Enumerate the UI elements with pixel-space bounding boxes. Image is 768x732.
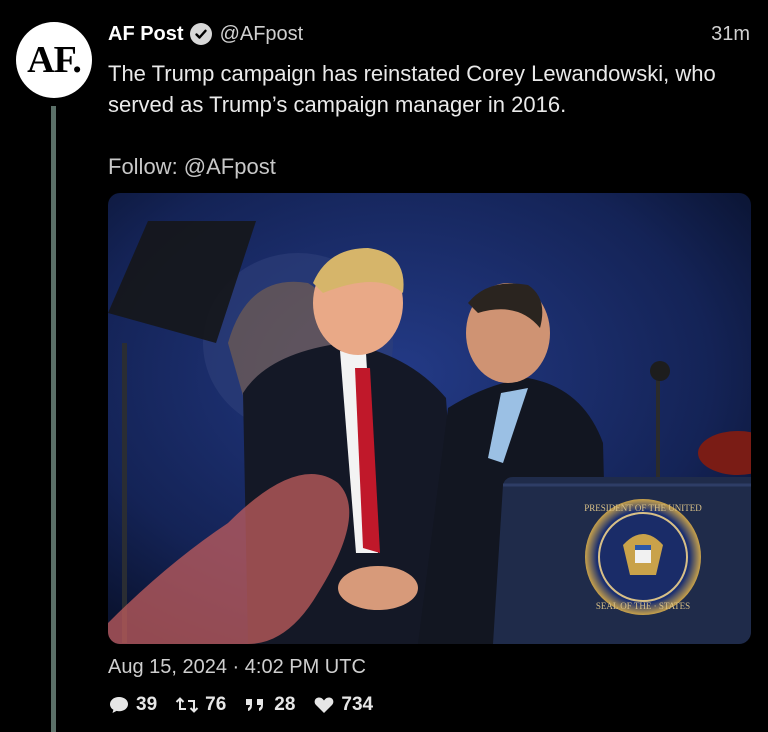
tweet-timestamp[interactable]: Aug 15, 2024 · 4:02 PM UTC — [108, 656, 366, 679]
quote-marks-icon — [246, 699, 264, 711]
time-ago[interactable]: 31m — [711, 23, 750, 46]
author-name[interactable]: AF Post — [108, 23, 184, 46]
avatar-logo-text: AF. — [27, 39, 82, 81]
like-count: 734 — [341, 694, 374, 715]
tweet-photo[interactable]: PRESIDENT OF THE UNITED SEAL OF THE · ST… — [108, 193, 751, 644]
quote-button[interactable]: 28 — [244, 694, 295, 716]
retweet-icon — [175, 697, 199, 713]
reply-count: 39 — [136, 694, 158, 715]
follow-line: Follow: @AFpost — [108, 154, 276, 179]
heart-icon — [315, 697, 334, 713]
speech-bubble-icon — [110, 697, 128, 713]
seal-bottom-text: SEAL OF THE · STATES — [596, 601, 690, 611]
thread-line — [51, 106, 56, 732]
author-handle[interactable]: @AFpost — [220, 23, 304, 46]
tweet-header: AF Post @AFpost 31m — [108, 20, 750, 48]
like-button[interactable]: 734 — [313, 694, 373, 716]
reply-button[interactable]: 39 — [108, 694, 157, 716]
seal-top-text: PRESIDENT OF THE UNITED — [584, 503, 702, 513]
photo-illustration: PRESIDENT OF THE UNITED SEAL OF THE · ST… — [108, 193, 751, 644]
retweet-button[interactable]: 76 — [175, 694, 226, 716]
avatar[interactable]: AF. — [16, 22, 92, 98]
quote-count: 28 — [274, 694, 296, 715]
retweet-count: 76 — [205, 694, 227, 715]
engagement-bar: 39 76 28 734 — [108, 694, 391, 716]
tweet-text: The Trump campaign has reinstated Corey … — [108, 61, 716, 117]
verified-badge-icon — [189, 23, 212, 45]
